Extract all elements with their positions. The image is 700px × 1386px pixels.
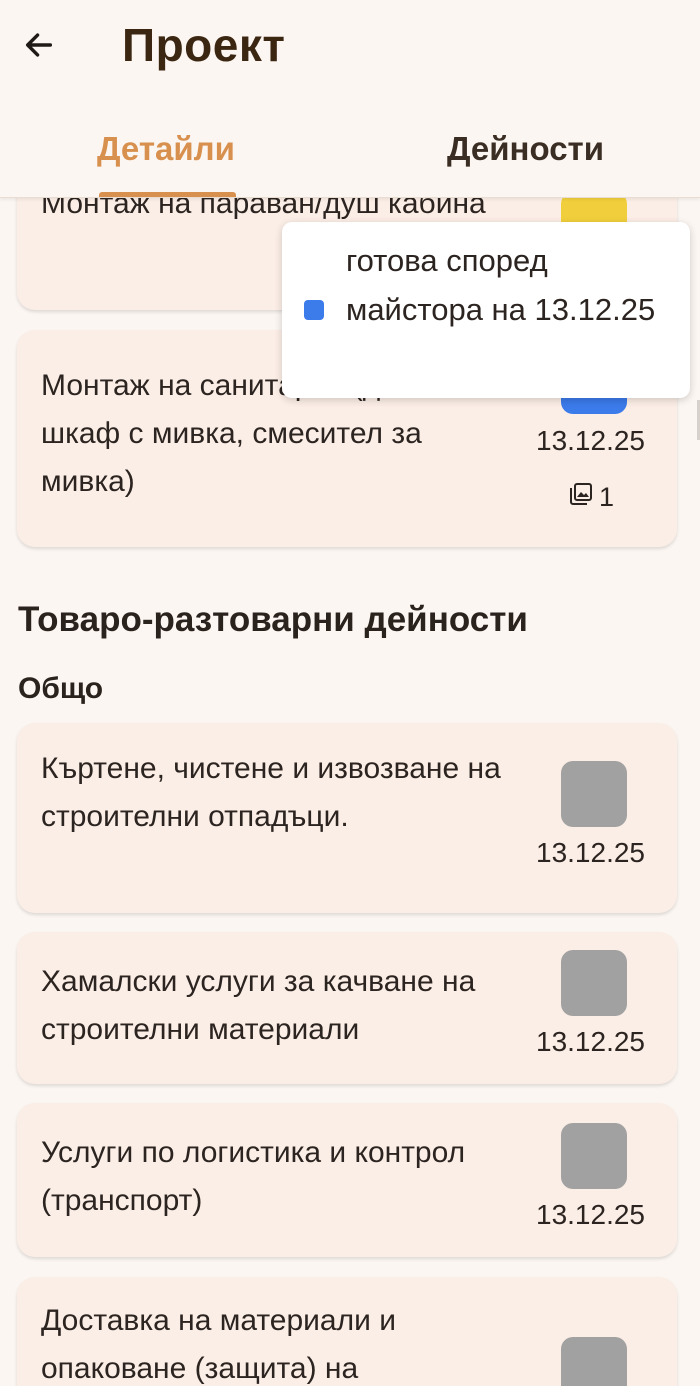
- active-tab-indicator: [99, 192, 236, 197]
- activity-date: 13.12.25: [536, 425, 645, 456]
- photo-count-value: 1: [599, 482, 615, 512]
- activity-title: Услуги по логистика и контрол (транспорт…: [41, 1136, 466, 1217]
- activity-date: 13.12.25: [536, 1026, 645, 1057]
- section-title: Товаро-разтоварни дейности: [18, 600, 528, 639]
- status-indicator[interactable]: [561, 950, 627, 1016]
- status-indicator[interactable]: [561, 1123, 627, 1189]
- photo-library-icon: [569, 482, 593, 513]
- activity-date: 13.12.25: [536, 1199, 645, 1230]
- activity-list[interactable]: Монтаж на параван/душ кабина Монтаж на с…: [0, 0, 700, 1386]
- status-tooltip: готова според майстора на 13.12.25: [282, 222, 690, 398]
- tooltip-text: готова според майстора на 13.12.25: [346, 243, 656, 327]
- tab-bar: Детайли Дейности: [0, 100, 700, 198]
- activity-title: Хамалски услуги за качване на строителни…: [41, 965, 476, 1046]
- back-button[interactable]: [14, 22, 64, 72]
- activity-card[interactable]: Доставка на материали и опаковане (защит…: [17, 1277, 677, 1386]
- activity-title: Къртене, чистене и извозване на строител…: [41, 752, 501, 833]
- status-color-dot: [304, 300, 324, 320]
- app-bar: Проект: [0, 0, 700, 100]
- tab-details[interactable]: Детайли: [97, 130, 235, 168]
- activity-card[interactable]: Услуги по логистика и контрол (транспорт…: [17, 1103, 677, 1257]
- arrow-left-icon: [22, 28, 56, 67]
- photo-attachment[interactable]: 1: [569, 482, 614, 513]
- page-title: Проект: [122, 19, 286, 71]
- status-indicator[interactable]: [561, 1337, 627, 1386]
- activity-title: Доставка на материали и опаковане (защит…: [41, 1304, 396, 1385]
- tab-activities[interactable]: Дейности: [447, 130, 604, 168]
- activity-card[interactable]: Хамалски услуги за качване на строителни…: [17, 932, 677, 1084]
- subsection-title: Общо: [18, 672, 104, 705]
- activity-card[interactable]: Къртене, чистене и извозване на строител…: [17, 723, 677, 913]
- status-indicator[interactable]: [561, 761, 627, 827]
- activity-date: 13.12.25: [536, 837, 645, 868]
